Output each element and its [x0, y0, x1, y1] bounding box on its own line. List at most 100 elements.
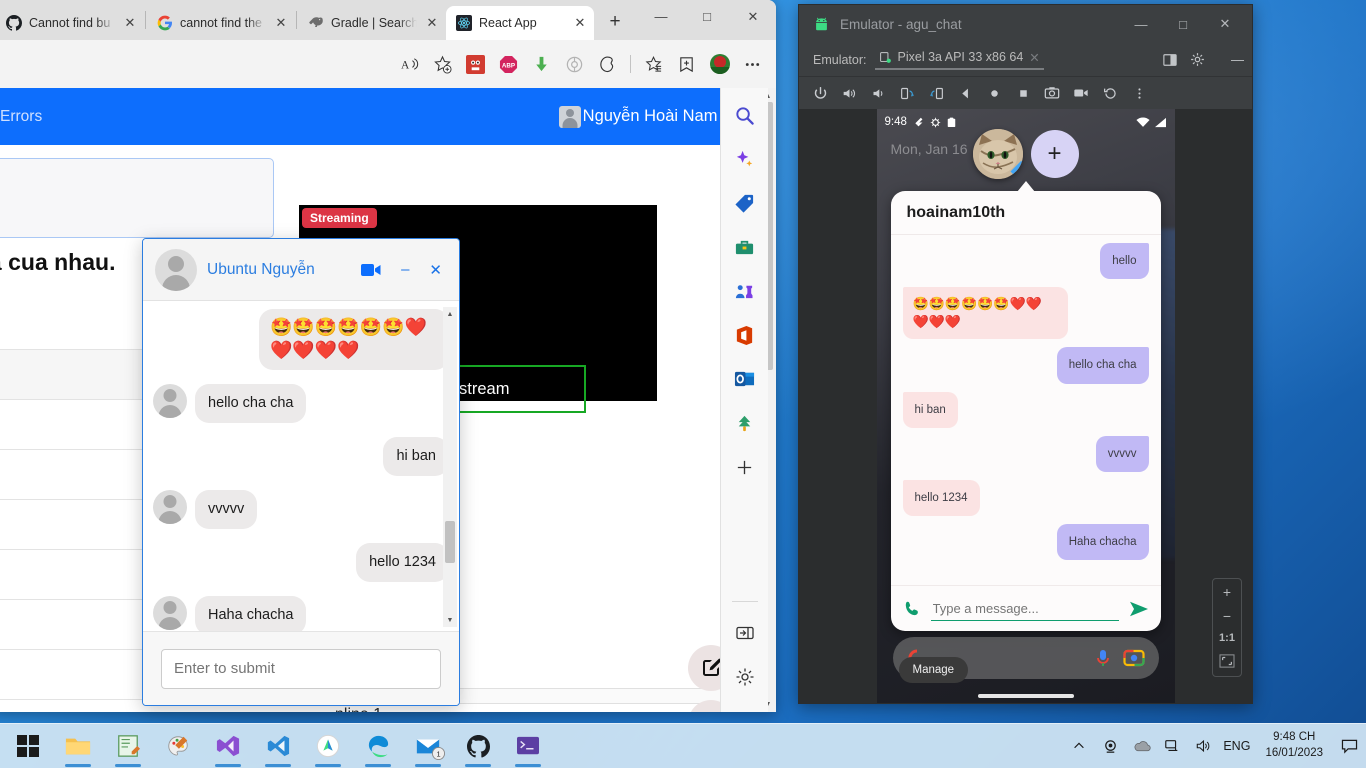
back-icon[interactable] — [952, 80, 978, 106]
panel-layout-icon[interactable] — [1163, 53, 1177, 67]
taskbar-github-desktop[interactable] — [456, 725, 500, 768]
webcam-icon[interactable] — [1099, 735, 1121, 757]
cat-avatar[interactable] — [972, 129, 1023, 179]
home-icon[interactable] — [981, 80, 1007, 106]
zoom-out-button[interactable]: − — [1223, 609, 1231, 623]
minimize-button[interactable]: – — [396, 261, 414, 278]
emulator-minimize-button[interactable]: — — [1120, 6, 1162, 42]
rotate-right-icon[interactable] — [923, 80, 949, 106]
favorites-icon[interactable] — [638, 49, 669, 80]
add-to-collection-icon[interactable] — [671, 49, 702, 80]
copilot-icon[interactable] — [732, 146, 758, 172]
overview-icon[interactable] — [1010, 80, 1036, 106]
read-aloud-icon[interactable]: A — [394, 49, 425, 80]
start-button[interactable] — [6, 725, 50, 768]
mic-icon[interactable] — [1095, 648, 1111, 668]
navbar-errors-link[interactable]: Errors — [0, 108, 42, 126]
screenshot-icon[interactable] — [1039, 80, 1065, 106]
taskbar-android-studio[interactable] — [306, 725, 350, 768]
browser-maximize-button[interactable]: □ — [684, 0, 730, 33]
network-icon[interactable] — [1161, 735, 1183, 757]
scrollbar-thumb[interactable] — [445, 521, 455, 563]
tab-close-button[interactable]: ✕ — [424, 15, 440, 31]
record-screen-icon[interactable] — [1068, 80, 1094, 106]
taskbar-visual-studio[interactable] — [206, 725, 250, 768]
emulator-collapse-icon[interactable]: — — [1231, 52, 1244, 67]
tab-close-button[interactable]: ✕ — [122, 15, 138, 31]
taskbar-paint[interactable] — [156, 725, 200, 768]
more-icon[interactable] — [1126, 80, 1152, 106]
emulator-settings-icon[interactable] — [1190, 52, 1205, 67]
messenger-scrollbar[interactable]: ▲ ▼ — [443, 307, 457, 627]
message-input[interactable] — [161, 648, 441, 689]
actual-size-button[interactable]: 1:1 — [1219, 633, 1235, 644]
taskbar-vs-code[interactable] — [256, 725, 300, 768]
scroll-up-arrow[interactable]: ▲ — [443, 307, 457, 321]
browser-close-button[interactable]: ✕ — [730, 0, 776, 33]
taskbar-terminal[interactable] — [506, 725, 550, 768]
emulator-maximize-button[interactable]: □ — [1162, 6, 1204, 42]
shopping-tag-icon[interactable] — [732, 190, 758, 216]
phone-screen[interactable]: 9:48 Mon, Jan 16 + hoainam10th hello 🤩🤩🤩… — [876, 109, 1175, 703]
add-bubble-button[interactable]: + — [1030, 130, 1079, 178]
search-icon[interactable] — [732, 102, 758, 128]
manage-tooltip[interactable]: Manage — [898, 657, 969, 683]
android-message-input[interactable] — [930, 596, 1119, 621]
rotate-left-icon[interactable] — [894, 80, 920, 106]
browser-tab-2[interactable]: cannot find the ✕ — [147, 6, 295, 40]
more-settings-icon[interactable] — [737, 49, 768, 80]
history-icon[interactable] — [1097, 80, 1123, 106]
taskbar-clock[interactable]: 9:48 CH 16/01/2023 — [1259, 730, 1329, 761]
office-icon[interactable] — [732, 322, 758, 348]
taskbar-file-explorer[interactable] — [56, 725, 100, 768]
emulator-device-tab[interactable]: Pixel 3a API 33 x86 64 ✕ — [874, 50, 1044, 70]
add-favorite-icon[interactable] — [427, 49, 458, 80]
tab-close-button[interactable]: ✕ — [273, 15, 289, 31]
zoom-in-button[interactable]: + — [1223, 585, 1231, 599]
tray-overflow-button[interactable] — [1068, 735, 1090, 757]
emulator-tab-close[interactable]: ✕ — [1029, 50, 1039, 65]
volume-up-icon[interactable] — [836, 80, 862, 106]
browser-tab-1[interactable]: Cannot find bu ✕ — [0, 6, 144, 40]
browser-tab-3[interactable]: Gradle | Search ✕ — [298, 6, 446, 40]
add-sidebar-app-icon[interactable] — [732, 454, 758, 480]
outlook-icon[interactable] — [732, 366, 758, 392]
send-icon[interactable] — [1129, 600, 1149, 618]
scroll-down-arrow[interactable]: ▼ — [443, 613, 457, 627]
android-nav-pill[interactable] — [977, 694, 1074, 698]
adblock-plus-icon[interactable]: ABP — [493, 49, 524, 80]
tray-language[interactable]: ENG — [1223, 739, 1250, 753]
extension-gray-icon[interactable] — [559, 49, 590, 80]
power-icon[interactable] — [807, 80, 833, 106]
download-manager-icon[interactable] — [526, 49, 557, 80]
onedrive-icon[interactable] — [1130, 735, 1152, 757]
collections-icon[interactable] — [592, 49, 623, 80]
google-lens-icon[interactable] — [1122, 648, 1145, 668]
navbar-user-dropdown[interactable]: Nguyễn Hoài Nam ▾ — [558, 105, 728, 128]
sidebar-settings-icon[interactable] — [732, 664, 758, 690]
profile-avatar-icon[interactable] — [704, 49, 735, 80]
fit-screen-icon[interactable] — [1219, 654, 1235, 670]
close-button[interactable]: ✕ — [424, 261, 447, 279]
tools-icon[interactable] — [732, 234, 758, 260]
messenger-message-list[interactable]: 🤩🤩🤩🤩🤩🤩❤️❤️❤️❤️❤️ hello cha cha hi ban vv… — [143, 301, 459, 631]
emulator-close-button[interactable]: ✕ — [1204, 6, 1246, 42]
drop-tree-icon[interactable] — [732, 410, 758, 436]
taskbar-microsoft-edge[interactable] — [356, 725, 400, 768]
extension-red-icon[interactable] — [460, 49, 491, 80]
tab-close-button[interactable]: ✕ — [572, 15, 588, 31]
notification-icon[interactable] — [1338, 735, 1360, 757]
volume-down-icon[interactable] — [865, 80, 891, 106]
volume-icon[interactable] — [1192, 735, 1214, 757]
video-call-button[interactable] — [356, 263, 386, 277]
taskbar-mail[interactable]: 1 — [406, 725, 450, 768]
android-message-list[interactable]: hello 🤩🤩🤩🤩🤩🤩❤️❤️❤️❤️❤️ hello cha cha hi … — [891, 235, 1161, 585]
new-tab-button[interactable]: + — [600, 7, 630, 37]
games-icon[interactable] — [732, 278, 758, 304]
browser-tab-4-active[interactable]: React App ✕ — [446, 6, 594, 40]
phone-call-icon[interactable] — [903, 600, 921, 618]
tab-title: Gradle | Search — [331, 16, 417, 30]
browser-minimize-button[interactable]: — — [638, 0, 684, 33]
toggle-sidebar-icon[interactable] — [732, 620, 758, 646]
taskbar-notepad-editor[interactable] — [106, 725, 150, 768]
